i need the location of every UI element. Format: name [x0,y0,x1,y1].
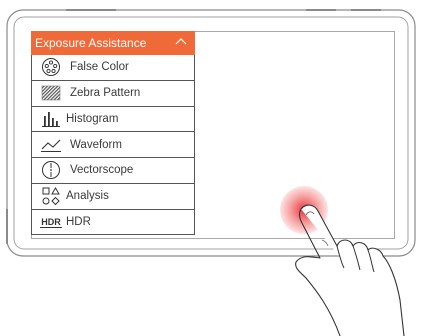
zebra-pattern-icon [38,81,64,106]
menu-item-label: Vectorscope [70,164,134,177]
hdr-icon-text: HDR [41,217,61,227]
menu-item-hdr[interactable]: HDR HDR [31,209,195,236]
menu-item-waveform[interactable]: Waveform [31,132,195,158]
hdr-icon: HDR [38,210,64,235]
menu-item-false-color[interactable]: False Color [31,55,195,81]
menu-item-label: HDR [66,215,91,228]
waveform-icon [38,132,64,157]
menu-item-label: Histogram [66,112,119,125]
vectorscope-icon [38,158,64,183]
menu-item-zebra-pattern[interactable]: Zebra Pattern [31,80,195,107]
menu-item-label: Analysis [66,190,109,203]
analysis-icon [38,184,64,209]
touch-indicator [280,186,328,234]
false-color-icon [38,55,64,80]
histogram-icon [38,107,64,132]
menu-title: Exposure Assistance [35,36,147,50]
menu-item-label: False Color [70,61,129,74]
menu-item-histogram[interactable]: Histogram [31,106,195,133]
exposure-assistance-menu: Exposure Assistance False Color Zebra Pa… [31,31,195,236]
menu-header[interactable]: Exposure Assistance [31,31,195,55]
chevron-up-icon[interactable] [175,36,187,48]
menu-item-label: Waveform [70,138,122,151]
menu-item-vectorscope[interactable]: Vectorscope [31,158,195,184]
menu-item-label: Zebra Pattern [70,87,141,100]
menu-item-analysis[interactable]: Analysis [31,183,195,210]
